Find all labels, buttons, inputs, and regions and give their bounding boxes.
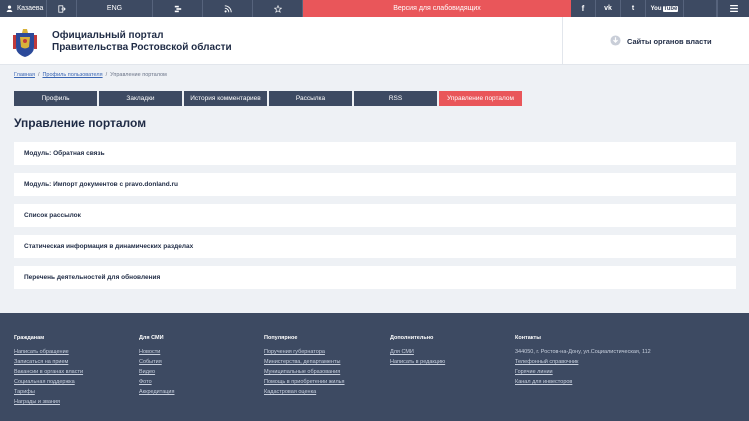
- footer-column-contacts: Контакты 344050, г. Ростов-на-Дону, ул.С…: [515, 335, 651, 389]
- tab-portal-management[interactable]: Управление порталом: [439, 91, 522, 106]
- footer-column-media: Для СМИ Новости События Видео Фото Аккре…: [139, 335, 174, 399]
- header-divider: [562, 17, 563, 65]
- twitter-icon: t: [631, 5, 635, 12]
- footer-link[interactable]: Вакансии в органах власти: [14, 369, 83, 375]
- twitter-link[interactable]: t: [621, 0, 646, 17]
- vk-icon: vk: [604, 5, 612, 12]
- footer-link[interactable]: Помощь в приобретении жилья: [264, 379, 345, 385]
- footer-link[interactable]: Для СМИ: [390, 349, 445, 355]
- footer-link[interactable]: Аккредитация: [139, 389, 174, 395]
- topbar-spacer: [684, 0, 717, 17]
- favorites-button[interactable]: [253, 0, 303, 17]
- footer-link[interactable]: Тарифы: [14, 389, 83, 395]
- list-item-static-info[interactable]: Статическая информация в динамических ра…: [14, 235, 736, 258]
- footer-column-title: Контакты: [515, 335, 541, 341]
- page-title: Управление порталом: [14, 116, 147, 130]
- breadcrumb-home[interactable]: Главная: [14, 72, 35, 78]
- site-header: Официальный портал Правительства Ростовс…: [0, 17, 749, 65]
- logout-button[interactable]: [47, 0, 77, 17]
- breadcrumb: Главная / Профиль пользователя / Управле…: [14, 72, 167, 78]
- top-bar: Казаева ENG Версия для слабовидящих f vk…: [0, 0, 749, 17]
- logout-icon: [57, 4, 66, 13]
- footer-column-title: Популярное: [264, 335, 298, 341]
- footer-link[interactable]: Поручения губернатора: [264, 349, 345, 355]
- footer-link[interactable]: Социальная поддержка: [14, 379, 83, 385]
- site-title-line2: Правительства Ростовской области: [52, 42, 232, 53]
- facebook-link[interactable]: f: [571, 0, 596, 17]
- facebook-icon: f: [581, 4, 585, 13]
- footer-link[interactable]: Горячие линии: [515, 369, 651, 375]
- breadcrumb-current: Управление порталом: [110, 72, 167, 78]
- profile-tabs: Профиль Закладки История комментариев Ра…: [14, 91, 522, 106]
- vk-link[interactable]: vk: [596, 0, 621, 17]
- tab-rss[interactable]: RSS: [354, 91, 437, 106]
- footer-link[interactable]: Записаться на прием: [14, 359, 83, 365]
- star-icon: [273, 4, 282, 13]
- tab-profile[interactable]: Профиль: [14, 91, 97, 106]
- gov-sites-label: Сайты органов власти: [627, 37, 712, 46]
- rss-icon: [224, 4, 232, 13]
- main-menu-button[interactable]: [717, 0, 749, 17]
- rss-button[interactable]: [203, 0, 253, 17]
- youtube-icon: You Tube: [650, 5, 679, 12]
- footer-column-citizens: Гражданам Написать обращение Записаться …: [14, 335, 83, 409]
- breadcrumb-profile[interactable]: Профиль пользователя: [42, 72, 102, 78]
- footer-link[interactable]: Фото: [139, 379, 174, 385]
- footer-column-additional: Дополнительно Для СМИ Написать в редакци…: [390, 335, 445, 369]
- tab-bookmarks[interactable]: Закладки: [99, 91, 182, 106]
- list-item-mailing-lists[interactable]: Список рассылок: [14, 204, 736, 227]
- user-name: Казаева: [17, 5, 44, 12]
- footer-column-title: Дополнительно: [390, 335, 434, 341]
- list-item-feedback-module[interactable]: Модуль: Обратная связь: [14, 142, 736, 165]
- footer-column-title: Гражданам: [14, 335, 45, 341]
- coat-of-arms-logo[interactable]: [12, 27, 38, 58]
- language-switch[interactable]: ENG: [77, 0, 153, 17]
- footer-link[interactable]: Видео: [139, 369, 174, 375]
- footer-link[interactable]: Министерства, департаменты: [264, 359, 345, 365]
- site-title-line1: Официальный портал: [52, 30, 164, 41]
- breadcrumb-separator: /: [37, 72, 40, 78]
- tab-newsletter[interactable]: Рассылка: [269, 91, 352, 106]
- footer-link[interactable]: Кадастровая оценка: [264, 389, 345, 395]
- gov-sites-link[interactable]: Сайты органов власти: [610, 35, 712, 48]
- hamburger-icon: [729, 5, 738, 12]
- footer-address: 344050, г. Ростов-на-Дону, ул.Социалисти…: [515, 349, 651, 355]
- footer-link[interactable]: События: [139, 359, 174, 365]
- download-icon: [610, 35, 621, 48]
- youtube-link[interactable]: You Tube: [646, 0, 684, 17]
- footer-link[interactable]: Канал для инвесторов: [515, 379, 651, 385]
- breadcrumb-separator: /: [105, 72, 108, 78]
- accessibility-version-button[interactable]: Версия для слабовидящих: [303, 0, 571, 17]
- management-list: Модуль: Обратная связь Модуль: Импорт до…: [14, 142, 736, 297]
- footer-link[interactable]: Написать обращение: [14, 349, 83, 355]
- site-title[interactable]: Официальный портал Правительства Ростовс…: [52, 30, 232, 54]
- footer-link[interactable]: Муниципальные образования: [264, 369, 345, 375]
- site-footer: Гражданам Написать обращение Записаться …: [0, 313, 749, 421]
- tab-comment-history[interactable]: История комментариев: [184, 91, 267, 106]
- footer-link[interactable]: Телефонный справочник: [515, 359, 651, 365]
- footer-column-title: Для СМИ: [139, 335, 164, 341]
- structure-icon: [174, 5, 182, 13]
- list-item-import-module[interactable]: Модуль: Импорт документов с pravo.donlan…: [14, 173, 736, 196]
- footer-link[interactable]: Написать в редакцию: [390, 359, 445, 365]
- user-menu[interactable]: Казаева: [0, 0, 47, 17]
- list-item-activities-list[interactable]: Перечень деятельностей для обновления: [14, 266, 736, 289]
- structure-button[interactable]: [153, 0, 203, 17]
- footer-link[interactable]: Награды и звания: [14, 399, 83, 405]
- footer-column-popular: Популярное Поручения губернатора Министе…: [264, 335, 345, 399]
- user-icon: [6, 5, 13, 12]
- footer-link[interactable]: Новости: [139, 349, 174, 355]
